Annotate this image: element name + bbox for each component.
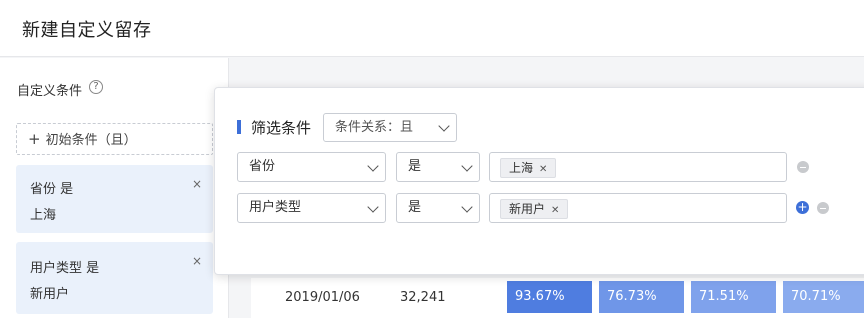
minus-circle-icon[interactable] bbox=[817, 202, 829, 214]
retention-cell-4[interactable]: 70.71% bbox=[783, 281, 864, 313]
row-date: 2019/01/06 bbox=[285, 290, 360, 305]
filter-title: 筛选条件 bbox=[251, 119, 312, 137]
retention-cell-1[interactable]: 93.67% bbox=[507, 281, 592, 313]
operator-select-value: 是 bbox=[408, 200, 422, 215]
value-tag-label: 新用户 bbox=[509, 202, 546, 216]
retention-cell-3[interactable]: 71.51% bbox=[691, 281, 776, 313]
field-select-value: 用户类型 bbox=[249, 200, 302, 215]
help-icon[interactable]: ? bbox=[89, 80, 103, 94]
condition-card-user-type[interactable]: 用户类型 是 新用户 × bbox=[16, 242, 213, 314]
page-title: 新建自定义留存 bbox=[22, 20, 152, 41]
chevron-down-icon bbox=[461, 160, 473, 172]
condition-value: 上海 bbox=[30, 208, 57, 223]
condition-summary: 省份 是 bbox=[30, 182, 74, 197]
operator-select-1[interactable]: 是 bbox=[396, 152, 480, 182]
close-icon[interactable]: × bbox=[192, 177, 202, 191]
plus-icon: + bbox=[28, 130, 41, 148]
add-initial-condition-label: 初始条件（且） bbox=[45, 133, 137, 148]
condition-relation-value: 条件关系：且 bbox=[335, 120, 414, 135]
conditions-sidebar: 自定义条件 ? + 初始条件（且） 省份 是 上海 × 用户类型 是 新用户 × bbox=[0, 58, 229, 318]
condition-summary: 用户类型 是 bbox=[30, 261, 100, 276]
add-initial-condition-button[interactable]: + 初始条件（且） bbox=[16, 123, 213, 155]
condition-value: 新用户 bbox=[30, 287, 70, 302]
value-tag-input-2[interactable]: 新用户 ✕ bbox=[489, 193, 787, 223]
value-tag: 新用户 ✕ bbox=[500, 199, 569, 219]
filter-popover: 筛选条件 条件关系：且 省份 是 上海 ✕ 用户类型 是 新用户 ✕ + bbox=[214, 87, 864, 275]
chevron-down-icon bbox=[367, 201, 379, 213]
value-tag-input-1[interactable]: 上海 ✕ bbox=[489, 152, 787, 182]
chevron-down-icon bbox=[461, 201, 473, 213]
chevron-down-icon bbox=[367, 160, 379, 172]
close-icon[interactable]: ✕ bbox=[551, 205, 559, 216]
value-tag-label: 上海 bbox=[509, 161, 534, 175]
close-icon[interactable]: ✕ bbox=[539, 164, 547, 175]
condition-card-province[interactable]: 省份 是 上海 × bbox=[16, 165, 213, 233]
minus-circle-icon[interactable] bbox=[797, 161, 809, 173]
add-circle-icon[interactable]: + bbox=[796, 201, 809, 214]
page-header: 新建自定义留存 bbox=[0, 0, 864, 57]
retention-table: 2019/01/06 32,241 93.67% 76.73% 71.51% 7… bbox=[251, 278, 864, 318]
field-select-2[interactable]: 用户类型 bbox=[237, 193, 386, 223]
operator-select-value: 是 bbox=[408, 159, 422, 174]
value-tag: 上海 ✕ bbox=[500, 158, 557, 178]
condition-relation-select[interactable]: 条件关系：且 bbox=[323, 113, 457, 142]
title-accent-bar bbox=[237, 120, 241, 134]
field-select-1[interactable]: 省份 bbox=[237, 152, 386, 182]
row-count: 32,241 bbox=[400, 290, 446, 305]
retention-cell-2[interactable]: 76.73% bbox=[599, 281, 684, 313]
operator-select-2[interactable]: 是 bbox=[396, 193, 480, 223]
close-icon[interactable]: × bbox=[192, 254, 202, 268]
chevron-down-icon bbox=[438, 120, 450, 132]
field-select-value: 省份 bbox=[249, 159, 276, 174]
custom-conditions-title: 自定义条件 bbox=[17, 84, 83, 99]
